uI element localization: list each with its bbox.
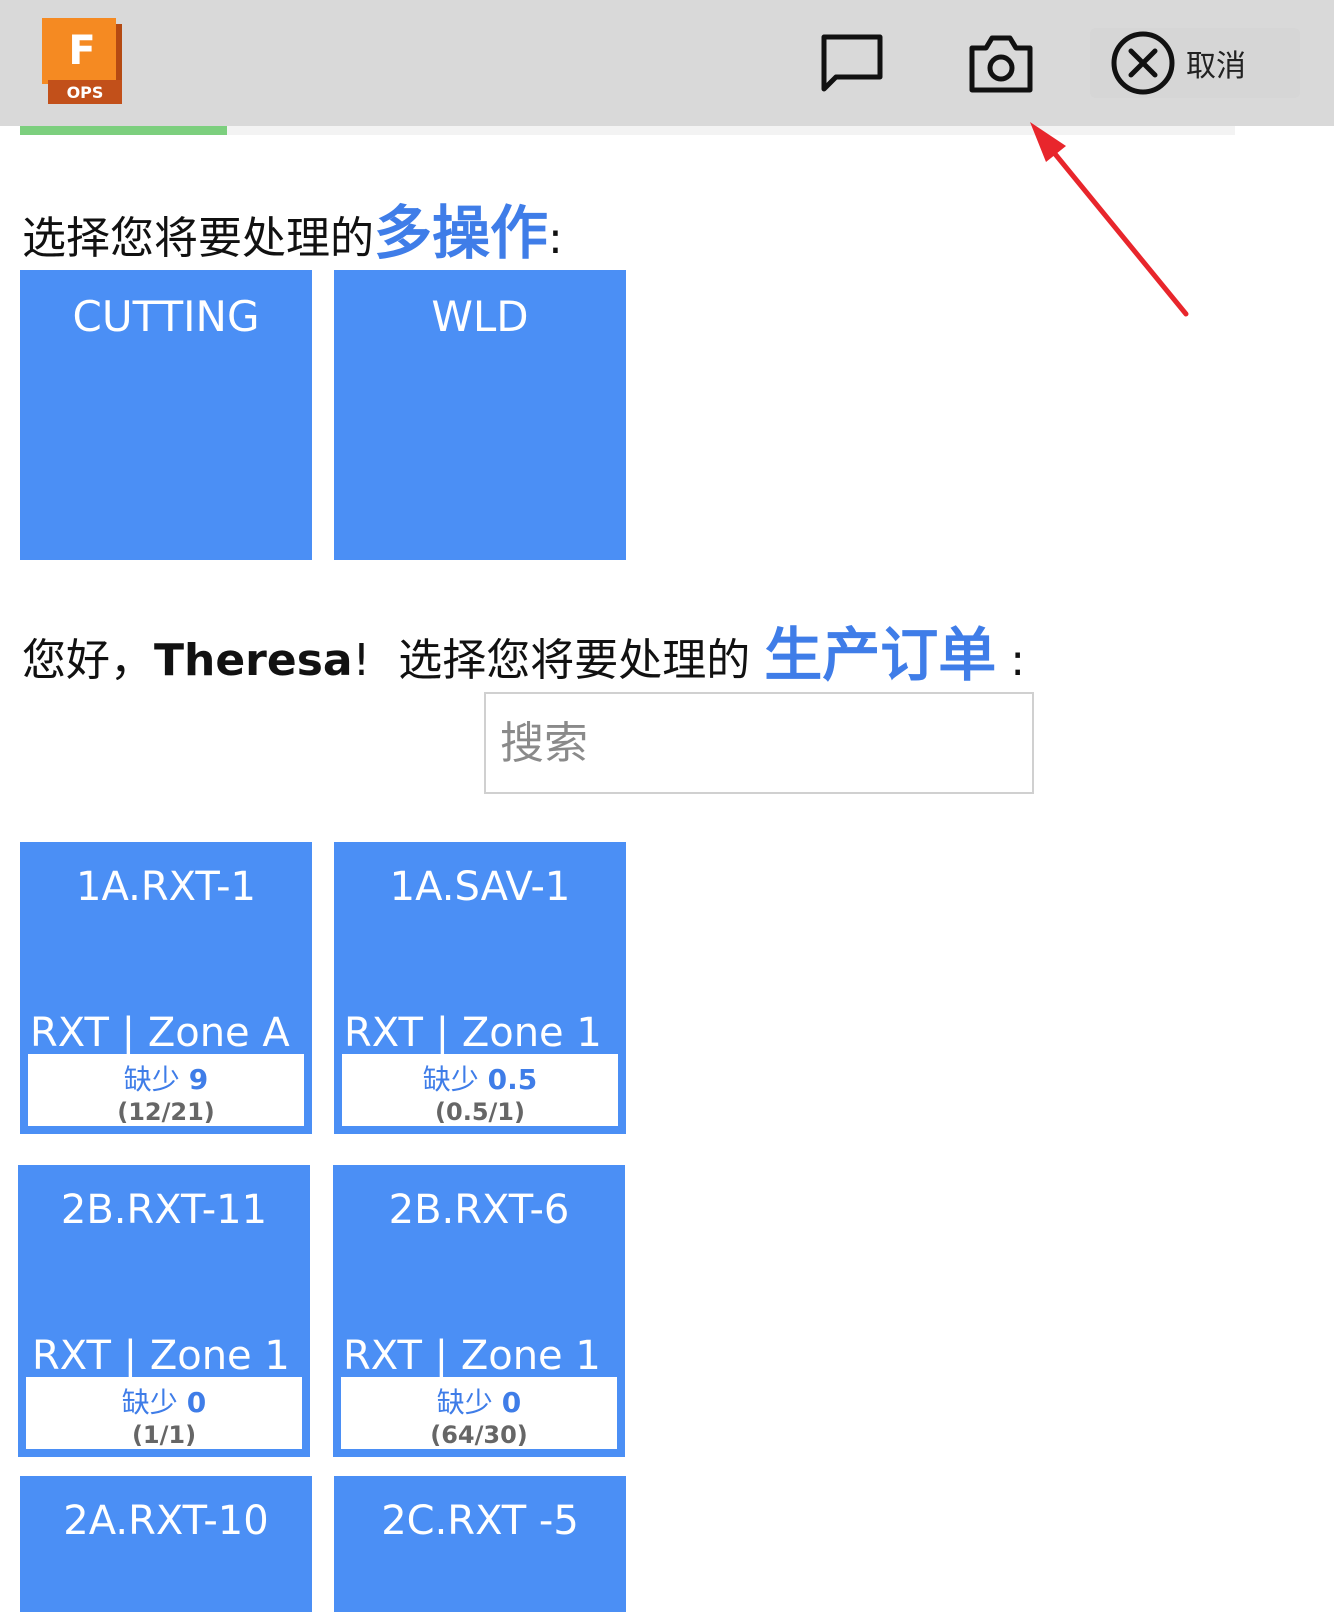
message-square-icon [821,34,883,92]
logo-letter: F [68,28,95,74]
short-label: 缺少 [121,1386,178,1419]
order-tile[interactable]: 1A.RXT-1 RXT | Zone A 缺少 9 (12/21) [20,842,312,1134]
order-zone: RXT | Zone 1 [344,1010,602,1056]
order-title: 2B.RXT-11 [60,1187,268,1233]
order-ratio: (0.5/1) [435,1098,525,1126]
greeting: 您好， [22,635,154,686]
short-label: 缺少 [422,1063,479,1096]
order-title: 1A.SAV-1 [389,864,571,910]
progress-fill [20,126,227,135]
short-value: 0 [186,1386,207,1419]
operation-tile-wld[interactable]: WLD [334,270,626,560]
order-ratio: (1/1) [131,1421,197,1449]
operations-heading-accent: 多操作 [374,199,549,267]
order-title: 2A.RXT-10 [63,1498,269,1544]
search-input[interactable] [484,692,1034,794]
order-title: 1A.RXT-1 [76,864,256,910]
order-tile[interactable]: 2A.RXT-10 [20,1476,312,1612]
operations-heading: 选择您将要处理的多操作: [22,186,563,270]
order-zone: RXT | Zone A [30,1010,290,1056]
order-status: 缺少 9 (12/21) [28,1054,304,1126]
operations-heading-prefix: 选择您将要处理的 [22,213,374,264]
short-value: 0 [501,1386,522,1419]
short-label: 缺少 [436,1386,493,1419]
order-status: 缺少 0 (1/1) [26,1377,302,1449]
operation-label: WLD [431,292,529,341]
order-zone: RXT | Zone 1 [343,1333,601,1379]
order-ratio: (12/21) [117,1098,215,1126]
top-toolbar: F OPS 取消 [0,0,1334,126]
short-label: 缺少 [123,1063,180,1096]
short-value: 0.5 [487,1063,538,1096]
order-tile[interactable]: 2B.RXT-6 RXT | Zone 1 缺少 0 (64/30) [333,1165,625,1457]
orders-heading-suffix: : [1010,635,1026,686]
logo-text: OPS [67,83,104,102]
progress-bar [20,126,1235,135]
order-title: 2C.RXT -5 [381,1498,579,1544]
cancel-button[interactable]: 取消 [1090,28,1300,98]
orders-heading-prefix: 选择您将要处理的 [398,635,751,686]
operations-heading-suffix: : [548,213,563,264]
comment-button[interactable] [820,28,890,98]
order-ratio: (64/30) [430,1421,528,1449]
user-name: Theresa [154,635,353,686]
order-status: 缺少 0.5 (0.5/1) [342,1054,618,1126]
cancel-label: 取消 [1186,49,1246,84]
operation-tile-cutting[interactable]: CUTTING [20,270,312,560]
order-tile[interactable]: 1A.SAV-1 RXT | Zone 1 缺少 0.5 (0.5/1) [334,842,626,1134]
order-title: 2B.RXT-6 [388,1187,570,1233]
orders-heading: 您好，Theresa! 选择您将要处理的 生产订单 : [22,608,1025,692]
order-zone: RXT | Zone 1 [32,1333,290,1379]
camera-icon [969,35,1033,93]
circle-x-icon [1111,31,1175,95]
order-tile[interactable]: 2B.RXT-11 RXT | Zone 1 缺少 0 (1/1) [18,1165,310,1457]
camera-button[interactable] [968,28,1040,98]
greeting-end: ! [352,635,371,686]
operation-label: CUTTING [72,292,260,341]
fusion-ops-logo: F OPS [42,18,122,104]
orders-heading-accent: 生产订单 [764,621,997,689]
order-tile[interactable]: 2C.RXT -5 [334,1476,626,1612]
short-value: 9 [188,1063,209,1096]
order-status: 缺少 0 (64/30) [341,1377,617,1449]
